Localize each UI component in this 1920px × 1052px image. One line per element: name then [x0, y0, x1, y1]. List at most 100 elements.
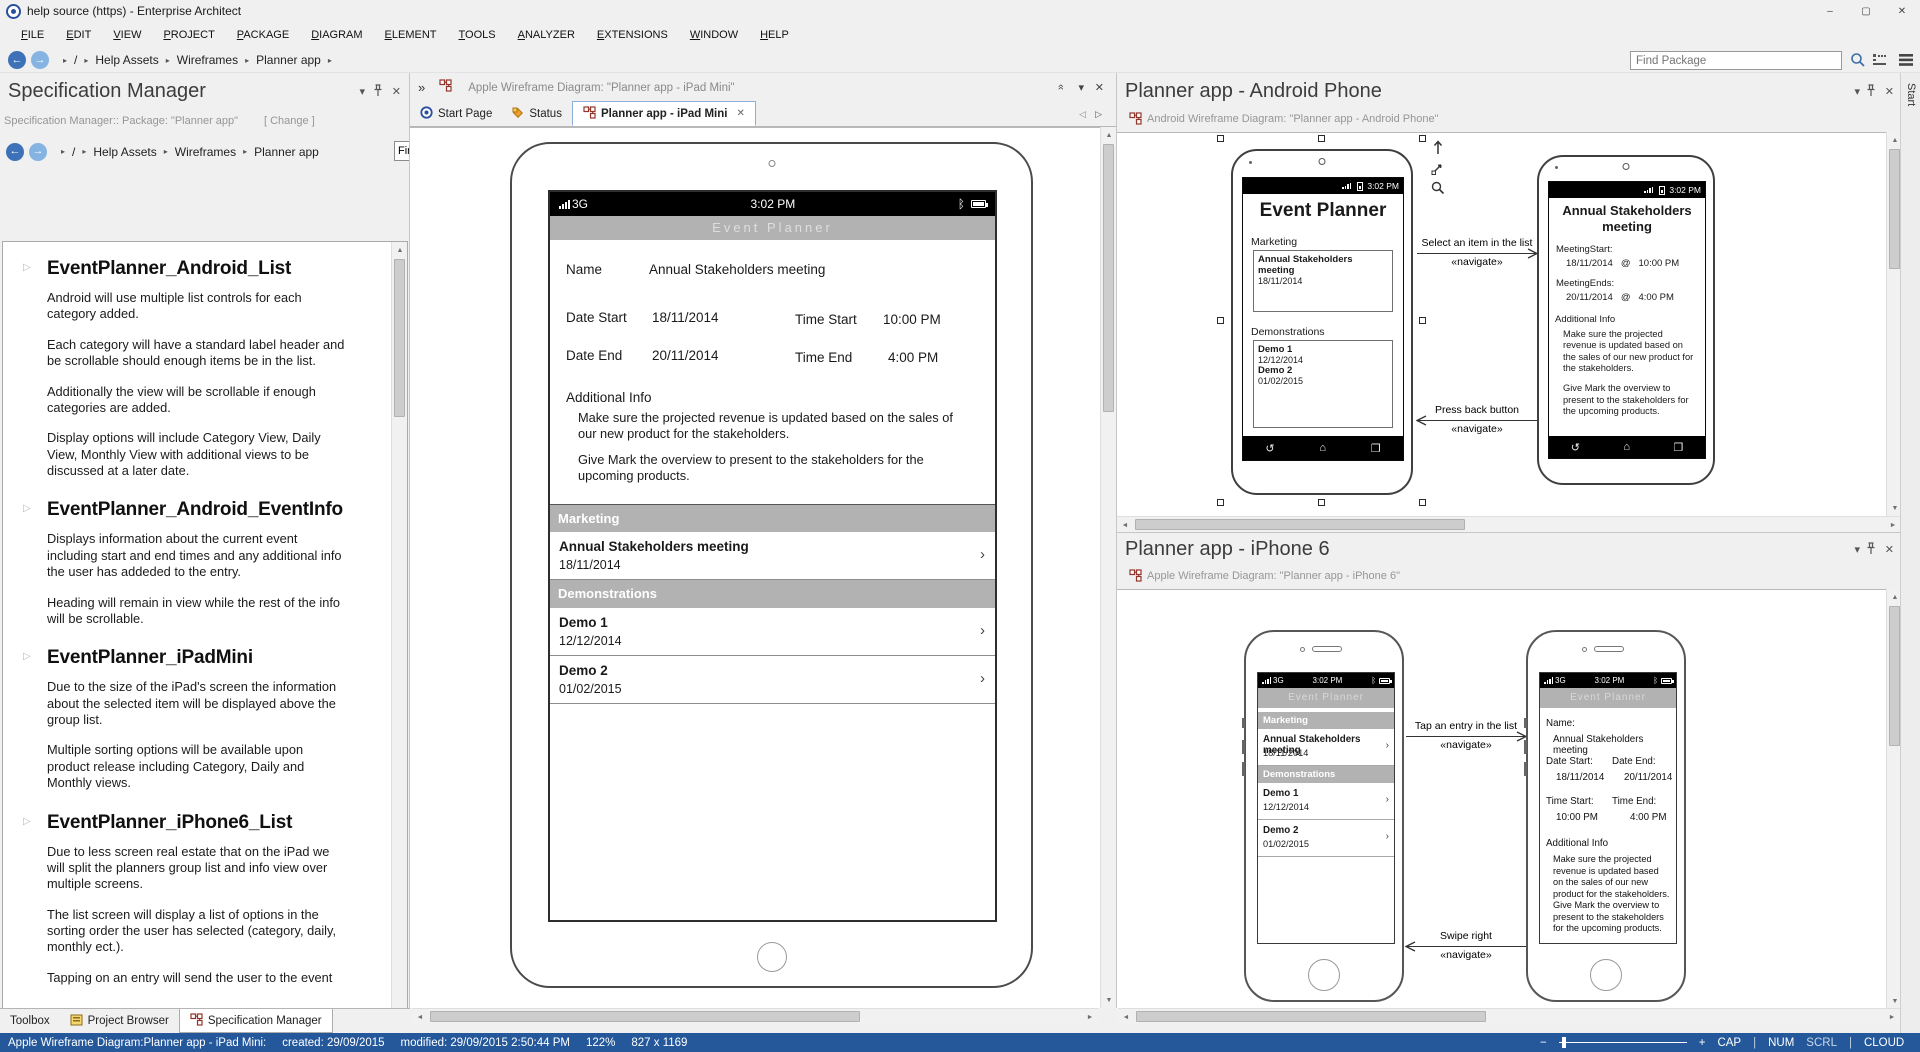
- list-item[interactable]: Demo 2 01/02/2015 ›: [550, 656, 995, 704]
- scroll-left-icon[interactable]: ◄: [412, 1009, 428, 1025]
- selection-handle[interactable]: [1217, 499, 1224, 506]
- iphone-detail-wireframe[interactable]: 3G 3:02 PM ᛒ Event Planner Name: Annual …: [1526, 630, 1686, 1002]
- panel-dropdown-icon[interactable]: ▾: [1854, 543, 1860, 556]
- panel-dropdown-icon[interactable]: ▾: [359, 85, 365, 98]
- scrollbar-thumb[interactable]: [394, 259, 405, 417]
- spec-paragraph[interactable]: Each category will have a standard label…: [47, 337, 349, 370]
- cloud-indicator[interactable]: CLOUD: [1864, 1037, 1904, 1049]
- tab-list-dropdown-icon[interactable]: ▾: [1078, 81, 1084, 94]
- bottom-tab-project-browser[interactable]: Project Browser: [60, 1009, 179, 1033]
- selection-handle[interactable]: [1217, 135, 1224, 142]
- bottom-tab-specification-manager[interactable]: Specification Manager: [179, 1009, 333, 1033]
- spec-paragraph[interactable]: Due to less screen real estate that on t…: [47, 844, 349, 893]
- menu-extensions[interactable]: EXTENSIONS: [586, 24, 679, 46]
- zoom-slider[interactable]: [1559, 1042, 1687, 1043]
- spec-filter-input[interactable]: [394, 141, 410, 161]
- find-package-input[interactable]: [1630, 51, 1842, 70]
- spec-breadcrumb-planner-app[interactable]: Planner app: [249, 145, 324, 159]
- diagram-horizontal-scrollbar[interactable]: ◄ ►: [412, 1008, 1098, 1024]
- spec-section-title[interactable]: EventPlanner_Android_List: [47, 258, 347, 280]
- spec-paragraph[interactable]: Displays information about the current e…: [47, 531, 349, 580]
- scrollbar-thumb[interactable]: [1103, 144, 1114, 412]
- scrollbar-thumb[interactable]: [1889, 606, 1900, 746]
- diagram-close-icon[interactable]: ✕: [1095, 81, 1104, 94]
- time-end-value[interactable]: 4:00 PM: [888, 350, 938, 365]
- list-item[interactable]: Annual Stakeholders meeting 18/11/2014 ›: [550, 532, 995, 580]
- quick-linker-icon[interactable]: [1431, 161, 1445, 175]
- panel-horizontal-scrollbar[interactable]: ◄ ►: [1117, 516, 1901, 532]
- tab-scroll-right-icon[interactable]: ▷: [1095, 109, 1102, 120]
- scroll-left-icon[interactable]: ◄: [1118, 1009, 1134, 1025]
- expand-arrow-icon[interactable]: ▷: [23, 816, 31, 827]
- tab-scroll-left-icon[interactable]: ◁: [1079, 109, 1086, 120]
- breadcrumb-wireframes[interactable]: Wireframes: [172, 53, 243, 67]
- maximize-button[interactable]: ▢: [1848, 0, 1884, 22]
- spec-paragraph[interactable]: The list screen will display a list of o…: [47, 907, 349, 956]
- spec-forward-button[interactable]: →: [29, 143, 47, 161]
- spec-vertical-scrollbar[interactable]: ▲ ▼: [391, 242, 407, 1008]
- nav-back-button[interactable]: ←: [8, 51, 26, 69]
- spec-section-title[interactable]: EventPlanner_iPadMini: [47, 647, 347, 669]
- spec-breadcrumb-wireframes[interactable]: Wireframes: [170, 145, 241, 159]
- name-value[interactable]: Annual Stakeholders meeting: [649, 262, 825, 277]
- scrollbar-thumb[interactable]: [1136, 1011, 1486, 1022]
- spec-paragraph[interactable]: Due to the size of the iPad's screen the…: [47, 679, 349, 728]
- spec-paragraph[interactable]: Tapping on an entry will send the user t…: [47, 970, 349, 986]
- bottom-tab-toolbox[interactable]: Toolbox: [0, 1009, 60, 1033]
- expand-arrow-icon[interactable]: ▷: [23, 651, 31, 662]
- menu-help[interactable]: HELP: [749, 24, 800, 46]
- panel-dropdown-icon[interactable]: ▾: [1854, 85, 1860, 98]
- group-box-marketing[interactable]: Annual Stakeholders meeting 18/11/2014: [1253, 250, 1393, 312]
- iphone-list-wireframe[interactable]: 3G 3:02 PM ᛒ Event Planner Marketing Ann…: [1244, 630, 1404, 1002]
- selection-handle[interactable]: [1419, 317, 1426, 324]
- selection-handle[interactable]: [1419, 499, 1426, 506]
- date-start-value[interactable]: 18/11/2014: [652, 310, 719, 325]
- list-item[interactable]: Demo 2 01/02/2015 ›: [1258, 820, 1394, 857]
- scrollbar-thumb[interactable]: [1135, 519, 1465, 530]
- chevrons-icon[interactable]: »: [418, 80, 425, 95]
- diagram-canvas[interactable]: 3G 3:02 PM ᛒ Event Planner Name Annual S…: [410, 127, 1100, 1008]
- selection-handle[interactable]: [1419, 135, 1426, 142]
- scrollbar-thumb[interactable]: [1889, 149, 1900, 269]
- move-arrow-icon[interactable]: [1431, 139, 1445, 155]
- menu-file[interactable]: FILE: [10, 24, 55, 46]
- scroll-right-icon[interactable]: ►: [1884, 1009, 1900, 1025]
- list-item[interactable]: Demo 1 12/12/2014 ›: [550, 608, 995, 656]
- panel-close-icon[interactable]: ✕: [1885, 85, 1894, 98]
- date-end-value[interactable]: 20/11/2014: [652, 348, 719, 363]
- expand-arrow-icon[interactable]: ▷: [23, 503, 31, 514]
- windowshade-icon[interactable]: »: [1055, 84, 1067, 90]
- navigate-connector[interactable]: Select an item in the list «navigate»: [1417, 237, 1537, 269]
- zoom-out-icon[interactable]: −: [1540, 1037, 1547, 1049]
- selection-handle[interactable]: [1318, 499, 1325, 506]
- hamburger-menu-icon[interactable]: [1898, 53, 1914, 72]
- minimize-button[interactable]: –: [1812, 0, 1848, 22]
- navigate-connector[interactable]: Press back button «navigate»: [1417, 404, 1537, 436]
- selection-handle[interactable]: [1217, 317, 1224, 324]
- spec-paragraph[interactable]: Android will use multiple list controls …: [47, 290, 349, 323]
- spec-breadcrumb-help-assets[interactable]: Help Assets: [88, 145, 161, 159]
- tab-close-icon[interactable]: ✕: [736, 108, 744, 119]
- browse-details-icon[interactable]: [1872, 53, 1887, 72]
- ipad-wireframe[interactable]: 3G 3:02 PM ᛒ Event Planner Name Annual S…: [510, 142, 1033, 988]
- magnifier-icon[interactable]: [1431, 181, 1445, 195]
- zoom-in-icon[interactable]: +: [1699, 1037, 1706, 1049]
- pin-icon[interactable]: [373, 84, 383, 102]
- time-start-value[interactable]: 10:00 PM: [883, 312, 941, 327]
- menu-window[interactable]: WINDOW: [679, 24, 749, 46]
- menu-element[interactable]: ELEMENT: [374, 24, 448, 46]
- zoom-slider-thumb[interactable]: [1562, 1037, 1566, 1048]
- spec-paragraph[interactable]: Display options will include Category Vi…: [47, 430, 349, 479]
- group-box-demonstrations[interactable]: Demo 1 12/12/2014 Demo 2 01/02/2015: [1253, 340, 1393, 428]
- spec-section-title[interactable]: EventPlanner_Android_EventInfo: [47, 499, 347, 521]
- scroll-right-icon[interactable]: ►: [1885, 517, 1901, 533]
- nav-forward-button[interactable]: →: [31, 51, 49, 69]
- pin-icon[interactable]: [1866, 542, 1876, 560]
- spec-breadcrumb-root[interactable]: /: [67, 145, 80, 159]
- menu-package[interactable]: PACKAGE: [226, 24, 300, 46]
- panel-close-icon[interactable]: ✕: [392, 85, 401, 98]
- scroll-up-icon[interactable]: ▲: [392, 242, 408, 258]
- android-list-phone-wireframe[interactable]: 3:02 PM Event Planner Marketing Annual S…: [1231, 149, 1413, 495]
- list-item[interactable]: Annual Stakeholders meeting 18/11/2014 ›: [1258, 729, 1394, 766]
- pin-icon[interactable]: [1866, 84, 1876, 102]
